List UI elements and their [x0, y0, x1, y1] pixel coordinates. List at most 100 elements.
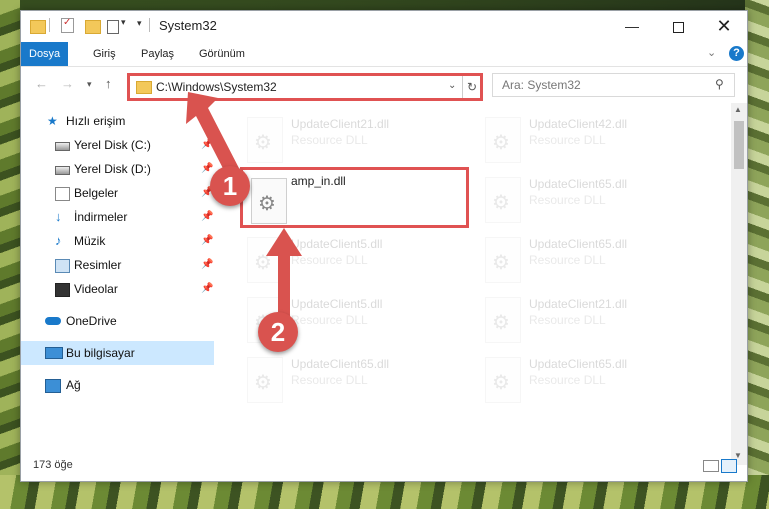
back-arrow-icon[interactable]: ← [35, 76, 48, 91]
computer-icon [45, 347, 63, 359]
help-icon[interactable]: ? [729, 46, 744, 61]
folder-icon [136, 81, 152, 94]
customize-toolbar-icon[interactable]: ▾ [137, 18, 142, 34]
file-item[interactable]: UpdateClient21.dll Resource DLL [241, 113, 467, 169]
refresh-icon[interactable]: ↻ [462, 76, 481, 98]
maximize-icon [672, 21, 684, 33]
forward-arrow-icon[interactable]: → [61, 76, 74, 91]
music-icon: ♪ [55, 233, 62, 248]
file-type: Resource DLL [291, 133, 368, 147]
sidebar-item-label: Videolar [74, 282, 118, 296]
sidebar-item-videos[interactable]: Videolar 📌 [21, 277, 214, 301]
dll-file-icon [485, 237, 521, 283]
scroll-up-icon[interactable]: ▲ [734, 105, 742, 114]
dll-file-icon [247, 357, 283, 403]
title-bar: ▾ ▾ System32 — ✕ [21, 11, 747, 41]
search-input[interactable]: Ara: System32 ⚲ [492, 73, 735, 97]
scroll-thumb[interactable] [734, 121, 744, 169]
download-icon: ↓ [55, 209, 62, 224]
status-bar: 173 öğe [21, 457, 747, 479]
sidebar-item-label: Resimler [74, 258, 122, 272]
file-item[interactable]: UpdateClient65.dll Resource DLL [241, 353, 467, 409]
dll-file-icon [485, 297, 521, 343]
up-arrow-icon[interactable]: ↑ [105, 76, 112, 91]
sidebar-item-label: İndirmeler [74, 210, 128, 224]
close-button[interactable]: ✕ [701, 11, 747, 41]
highlighted-file-amp-in-dll[interactable]: amp_in.dll [240, 167, 469, 228]
file-item[interactable]: UpdateClient65.dll Resource DLL [479, 353, 705, 409]
pin-icon: 📌 [201, 211, 214, 222]
step-badge-2: 2 [258, 312, 298, 352]
file-type: Resource DLL [529, 193, 606, 207]
desktop-background-right [745, 0, 769, 509]
chevron-down-icon[interactable]: ▾ [121, 17, 126, 33]
pin-icon: 📌 [201, 283, 214, 294]
desktop-background-left [0, 0, 20, 509]
sidebar-item-downloads[interactable]: ↓ İndirmeler 📌 [21, 205, 214, 229]
item-count: 173 öğe [33, 459, 73, 471]
properties-icon[interactable] [61, 17, 74, 33]
sidebar-item-label: OneDrive [66, 314, 117, 328]
navigation-bar: ← → ▾ ↑ C:\Windows\System32 ⌄ ↻ Ara: Sys… [21, 67, 747, 101]
search-icon[interactable]: ⚲ [715, 77, 724, 91]
documents-icon [55, 187, 70, 201]
pictures-icon [55, 259, 70, 273]
view-options-icon[interactable] [107, 20, 119, 34]
sidebar-item-onedrive[interactable]: OneDrive [21, 309, 214, 333]
sidebar-item-label: Belgeler [74, 186, 119, 200]
new-folder-icon[interactable] [85, 20, 101, 34]
address-dropdown-icon[interactable]: ⌄ [448, 80, 456, 91]
file-type: Resource DLL [529, 133, 606, 147]
sidebar-item-pictures[interactable]: Resimler 📌 [21, 253, 214, 277]
maximize-button[interactable] [655, 11, 701, 41]
recent-locations-icon[interactable]: ▾ [87, 79, 92, 90]
file-name: UpdateClient65.dll [529, 237, 628, 251]
file-type: Resource DLL [529, 373, 606, 387]
dll-file-icon [485, 117, 521, 163]
file-name: UpdateClient65.dll [529, 177, 628, 191]
star-icon: ★ [47, 114, 58, 128]
sidebar-item-music[interactable]: ♪ Müzik 📌 [21, 229, 214, 253]
file-name: UpdateClient65.dll [291, 357, 390, 371]
file-item[interactable]: UpdateClient65.dll Resource DLL [479, 233, 705, 289]
toolbar-divider [149, 18, 150, 32]
details-view-icon[interactable] [703, 460, 719, 472]
vertical-scrollbar[interactable]: ▲ ▼ [731, 103, 747, 465]
pin-icon: 📌 [201, 259, 214, 270]
tab-file[interactable]: Dosya [21, 42, 68, 66]
sidebar-item-label: Yerel Disk (C:) [74, 138, 151, 152]
expand-ribbon-icon[interactable]: ⌄ [707, 46, 716, 59]
sidebar-item-this-pc[interactable]: Bu bilgisayar [21, 341, 214, 365]
file-name: UpdateClient42.dll [529, 117, 628, 131]
large-icons-view-icon[interactable] [721, 459, 737, 473]
tab-share[interactable]: Paylaş [129, 42, 186, 66]
cloud-icon [45, 317, 61, 325]
file-type: Resource DLL [291, 373, 368, 387]
minimize-button[interactable]: — [609, 11, 655, 41]
tab-home[interactable]: Giriş [81, 42, 128, 66]
tab-view[interactable]: Görünüm [187, 42, 257, 66]
file-type: Resource DLL [529, 253, 606, 267]
drive-icon [55, 142, 70, 151]
window-title: System32 [159, 18, 217, 33]
step-badge-1: 1 [210, 166, 250, 206]
file-item[interactable]: UpdateClient21.dll Resource DLL [479, 293, 705, 349]
file-item[interactable]: UpdateClient65.dll Resource DLL [479, 173, 705, 229]
sidebar-item-label: Ağ [66, 378, 81, 392]
file-explorer-window: ▾ ▾ System32 — ✕ Dosya Giriş Paylaş Görü… [20, 10, 748, 482]
dll-file-icon [485, 357, 521, 403]
network-icon [45, 379, 61, 393]
file-name: UpdateClient21.dll [529, 297, 628, 311]
pin-icon: 📌 [201, 235, 214, 246]
file-name: UpdateClient65.dll [529, 357, 628, 371]
videos-icon [55, 283, 70, 297]
sidebar-item-label: Hızlı erişim [66, 114, 126, 128]
ribbon-tabs: Dosya Giriş Paylaş Görünüm ⌄ ? [21, 42, 747, 67]
file-item[interactable]: UpdateClient42.dll Resource DLL [479, 113, 705, 169]
file-name: UpdateClient21.dll [291, 117, 390, 131]
sidebar-item-network[interactable]: Ağ [21, 373, 214, 397]
sidebar-item-label: Bu bilgisayar [66, 346, 135, 360]
toolbar-divider [49, 18, 50, 32]
file-name: amp_in.dll [291, 174, 346, 188]
file-type: Resource DLL [529, 313, 606, 327]
